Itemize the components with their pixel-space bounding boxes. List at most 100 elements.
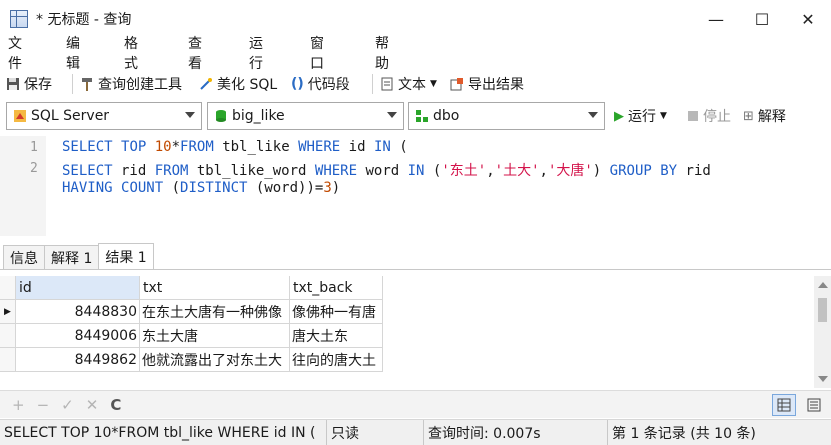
discard-changes-icon[interactable]: ✕ <box>86 396 99 414</box>
stop-icon <box>688 111 698 121</box>
line-number: 1 <box>30 140 38 155</box>
database-icon <box>216 110 226 122</box>
tab-result[interactable]: 结果 1 <box>98 243 154 269</box>
schema-select[interactable]: dbo <box>408 102 605 130</box>
menu-format[interactable]: 格式 <box>124 33 138 73</box>
column-header-id[interactable]: id <box>16 276 140 300</box>
grid-header: id txt txt_back <box>0 276 383 300</box>
schema-select-value: dbo <box>433 108 460 124</box>
cell-txt-back[interactable]: 往向的唐大土 <box>290 348 383 372</box>
grid-view-button[interactable] <box>772 394 796 416</box>
menu-edit[interactable]: 编辑 <box>66 33 80 73</box>
chevron-down-icon <box>387 112 397 118</box>
server-select-value: SQL Server <box>31 108 110 124</box>
minimize-button[interactable]: — <box>693 0 739 38</box>
cell-txt-back[interactable]: 像佛种一有唐 <box>290 300 383 324</box>
code-line-1: SELECT TOP 10*FROM tbl_like WHERE id IN … <box>62 139 408 155</box>
menu-run[interactable]: 运行 <box>249 33 263 73</box>
cell-txt[interactable]: 在东土大唐有一种佛像 <box>140 300 290 324</box>
explain-button[interactable]: ⊞ 解释 <box>743 106 786 126</box>
query-builder-button[interactable]: 查询创建工具 <box>80 74 182 94</box>
run-button[interactable]: ▶ 运行 ▼ <box>614 106 667 126</box>
text-mode-button[interactable]: 文本 ▼ <box>380 74 437 94</box>
form-view-icon <box>807 398 821 412</box>
menu-window[interactable]: 窗口 <box>310 33 324 73</box>
column-header-txt-back[interactable]: txt_back <box>290 276 383 300</box>
window-controls: — ☐ ✕ <box>693 0 831 38</box>
maximize-button[interactable]: ☐ <box>739 0 785 38</box>
table-row[interactable]: 8449006 东土大唐 唐大土东 <box>0 324 383 348</box>
text-mode-label: 文本 <box>398 77 426 93</box>
scroll-down-icon[interactable] <box>818 376 828 382</box>
table-app-icon <box>10 10 28 28</box>
chevron-down-icon <box>588 112 598 118</box>
database-select[interactable]: big_like <box>207 102 404 130</box>
grid-view-icon <box>777 398 791 412</box>
cell-txt[interactable]: 东土大唐 <box>140 324 290 348</box>
menu-help[interactable]: 帮助 <box>375 33 389 73</box>
query-builder-label: 查询创建工具 <box>98 77 182 93</box>
code-line-3: HAVING COUNT (DISTINCT (word))=3) <box>62 180 341 196</box>
current-row-marker-icon: ▶ <box>0 300 16 324</box>
apply-changes-icon[interactable]: ✓ <box>61 396 74 414</box>
schema-icon <box>416 110 428 122</box>
close-button[interactable]: ✕ <box>785 0 831 38</box>
refresh-icon[interactable]: C <box>110 396 121 414</box>
scroll-up-icon[interactable] <box>818 282 828 288</box>
scroll-thumb[interactable] <box>818 298 827 322</box>
code-snippet-button[interactable]: () 代码段 <box>291 74 350 94</box>
code-line-2: SELECT rid FROM tbl_like_word WHERE word… <box>62 163 711 179</box>
explain-icon: ⊞ <box>743 108 754 124</box>
vertical-scrollbar[interactable] <box>814 276 831 388</box>
stop-button[interactable]: 停止 <box>688 106 731 126</box>
line-number-gutter <box>0 136 46 236</box>
save-icon <box>7 78 19 90</box>
toolbar: 保存 查询创建工具 美化 SQL () 代码段 文本 ▼ 导出结果 <box>0 70 831 98</box>
sql-editor[interactable]: 1 2 SELECT TOP 10*FROM tbl_like WHERE id… <box>0 136 831 236</box>
chevron-down-icon <box>185 112 195 118</box>
row-header <box>0 348 16 372</box>
cell-id[interactable]: 8448830 <box>16 300 140 324</box>
code-snippet-label: 代码段 <box>307 77 350 93</box>
tab-messages[interactable]: 信息 <box>3 245 45 269</box>
dropdown-arrow-icon: ▼ <box>430 79 437 89</box>
beautify-sql-button[interactable]: 美化 SQL <box>199 74 277 94</box>
export-result-button[interactable]: 导出结果 <box>450 74 524 94</box>
form-view-button[interactable] <box>802 394 826 416</box>
magic-wand-icon <box>200 78 212 90</box>
export-result-label: 导出结果 <box>468 77 524 93</box>
database-select-value: big_like <box>232 108 285 124</box>
menu-file[interactable]: 文件 <box>8 33 22 73</box>
server-select[interactable]: SQL Server <box>6 102 202 130</box>
server-icon <box>14 110 26 122</box>
cell-txt-back[interactable]: 唐大土东 <box>290 324 383 348</box>
cell-txt[interactable]: 他就流露出了对东土大 <box>140 348 290 372</box>
save-button[interactable]: 保存 <box>6 74 52 94</box>
run-label: 运行 <box>628 109 656 125</box>
cell-id[interactable]: 8449006 <box>16 324 140 348</box>
explain-label: 解释 <box>757 109 786 125</box>
dropdown-arrow-icon: ▼ <box>660 111 667 121</box>
table-row[interactable]: 8449862 他就流露出了对东土大 往向的唐大土 <box>0 348 383 372</box>
column-header-txt[interactable]: txt <box>140 276 290 300</box>
beautify-sql-label: 美化 SQL <box>217 77 278 93</box>
menu-view[interactable]: 查看 <box>188 33 202 73</box>
document-icon <box>381 77 393 91</box>
result-grid[interactable]: id txt txt_back ▶ 8448830 在东土大唐有一种佛像 像佛种… <box>0 276 831 388</box>
toolbar-divider <box>372 74 373 94</box>
stop-label: 停止 <box>703 109 731 125</box>
hammer-icon <box>82 78 92 91</box>
save-label: 保存 <box>24 77 52 93</box>
table-row[interactable]: ▶ 8448830 在东土大唐有一种佛像 像佛种一有唐 <box>0 300 383 324</box>
corner-cell <box>0 276 16 300</box>
tab-explain[interactable]: 解释 1 <box>44 245 100 269</box>
grid-toolbar: + − ✓ ✕ C <box>0 390 831 418</box>
cell-id[interactable]: 8449862 <box>16 348 140 372</box>
add-row-icon[interactable]: + <box>12 396 25 414</box>
status-query-time: 查询时间: 0.007s <box>424 419 608 445</box>
toolbar-divider <box>72 74 73 94</box>
export-table-icon <box>450 78 463 91</box>
delete-row-icon[interactable]: − <box>37 396 50 414</box>
status-sql: SELECT TOP 10*FROM tbl_like WHERE id IN … <box>0 419 327 445</box>
status-record-count: 第 1 条记录 (共 10 条) <box>612 425 756 442</box>
